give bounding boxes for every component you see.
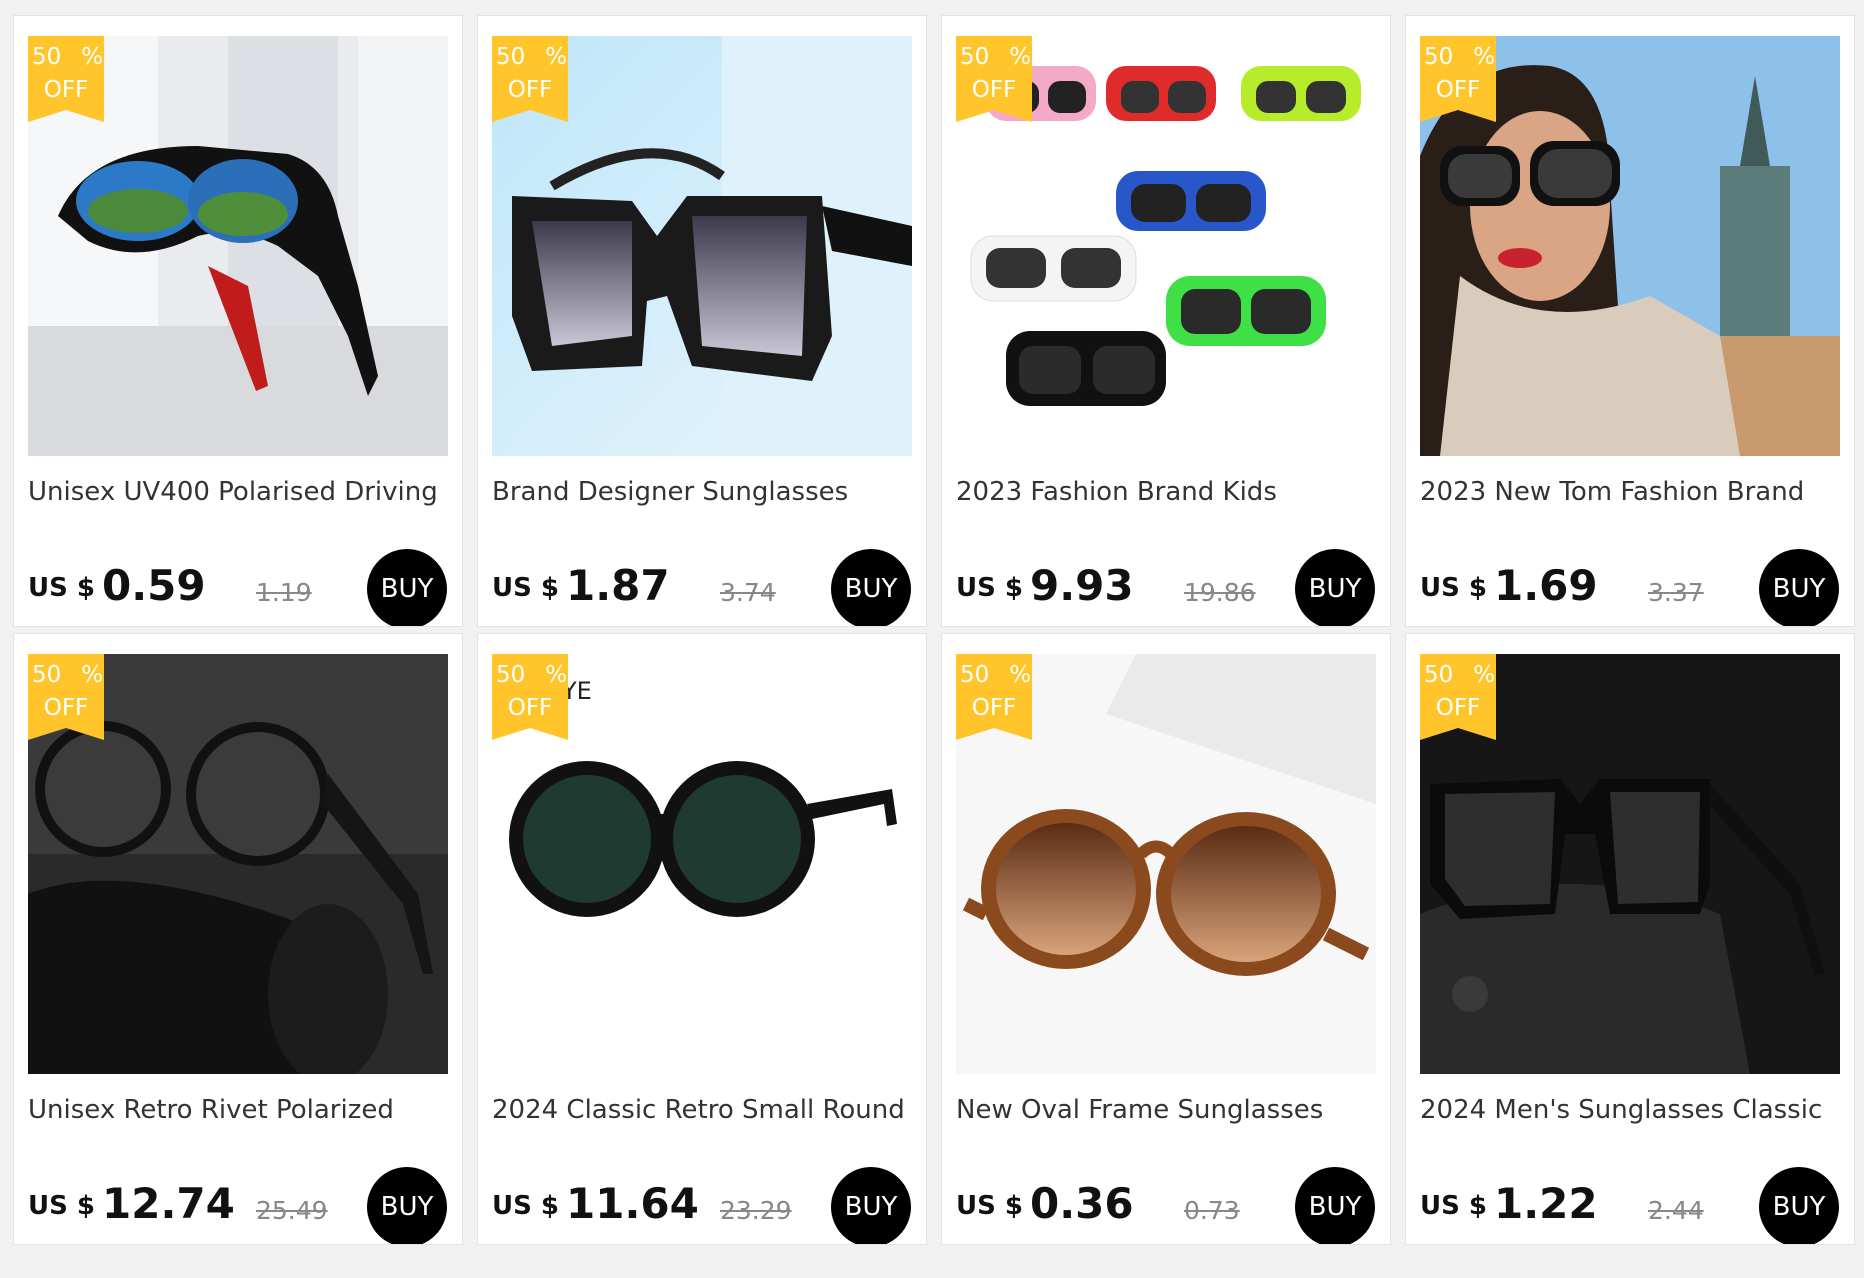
badge-percent: 50	[496, 44, 526, 70]
product-price: 9.93	[1030, 561, 1134, 610]
discount-badge: 50% OFF	[1420, 654, 1496, 740]
product-card[interactable]: 50% OFF New Oval Frame Sunglasses US $ 0…	[941, 633, 1391, 1245]
badge-percent-sign: %	[81, 662, 104, 688]
badge-percent-sign: %	[1009, 44, 1032, 70]
product-price: 0.59	[102, 561, 206, 610]
currency-label: US $	[28, 573, 95, 603]
original-price: 23.29	[720, 1196, 792, 1225]
currency-label: US $	[492, 1191, 559, 1221]
original-price: 25.49	[256, 1196, 328, 1225]
product-card[interactable]: 50% OFF 2023 New Tom Fashion Brand US $ …	[1405, 15, 1855, 627]
badge-percent: 50	[32, 662, 62, 688]
badge-percent: 50	[1424, 662, 1454, 688]
original-price: 19.86	[1184, 578, 1256, 607]
product-price: 12.74	[102, 1179, 235, 1228]
currency-label: US $	[956, 1191, 1023, 1221]
product-price: 1.87	[566, 561, 670, 610]
badge-percent-sign: %	[1473, 44, 1496, 70]
product-title[interactable]: 2024 Classic Retro Small Round	[492, 1095, 912, 1125]
product-title[interactable]: 2024 Men's Sunglasses Classic	[1420, 1095, 1840, 1125]
discount-badge: 50% OFF	[956, 36, 1032, 122]
product-title[interactable]: Unisex Retro Rivet Polarized	[28, 1095, 448, 1125]
product-title[interactable]: Brand Designer Sunglasses	[492, 477, 912, 507]
badge-off: OFF	[43, 77, 89, 103]
product-card[interactable]: 50% OFF 2024 Men's Sunglasses Classic US…	[1405, 633, 1855, 1245]
buy-button[interactable]: BUY	[1759, 549, 1839, 626]
product-price: 0.36	[1030, 1179, 1134, 1228]
product-title[interactable]: 2023 Fashion Brand Kids	[956, 477, 1376, 507]
product-price: 1.22	[1494, 1179, 1598, 1228]
badge-off: OFF	[1435, 695, 1481, 721]
buy-button[interactable]: BUY	[1759, 1167, 1839, 1244]
badge-percent: 50	[1424, 44, 1454, 70]
product-card[interactable]: YE 50% OFF 2024 Classic Retro Small Roun…	[477, 633, 927, 1245]
badge-off: OFF	[507, 695, 553, 721]
currency-label: US $	[28, 1191, 95, 1221]
product-title[interactable]: Unisex UV400 Polarised Driving	[28, 477, 448, 507]
product-card[interactable]: 50% OFF 2023 Fashion Brand Kids US $ 9.9…	[941, 15, 1391, 627]
currency-label: US $	[956, 573, 1023, 603]
badge-percent: 50	[32, 44, 62, 70]
badge-percent: 50	[960, 662, 990, 688]
badge-off: OFF	[971, 77, 1017, 103]
buy-button[interactable]: BUY	[831, 1167, 911, 1244]
original-price: 1.19	[256, 578, 312, 607]
currency-label: US $	[492, 573, 559, 603]
product-title[interactable]: 2023 New Tom Fashion Brand	[1420, 477, 1840, 507]
product-card[interactable]: 50% OFF Unisex UV400 Polarised Driving U…	[13, 15, 463, 627]
badge-percent-sign: %	[1009, 662, 1032, 688]
badge-off: OFF	[43, 695, 89, 721]
discount-badge: 50% OFF	[492, 654, 568, 740]
badge-percent-sign: %	[81, 44, 104, 70]
buy-button[interactable]: BUY	[1295, 549, 1375, 626]
buy-button[interactable]: BUY	[367, 549, 447, 626]
product-card[interactable]: 50% OFF Unisex Retro Rivet Polarized US …	[13, 633, 463, 1245]
buy-button[interactable]: BUY	[367, 1167, 447, 1244]
buy-button[interactable]: BUY	[831, 549, 911, 626]
discount-badge: 50% OFF	[956, 654, 1032, 740]
discount-badge: 50% OFF	[28, 654, 104, 740]
original-price: 3.37	[1648, 578, 1704, 607]
product-grid: 50% OFF Unisex UV400 Polarised Driving U…	[13, 15, 1855, 1245]
badge-percent: 50	[496, 662, 526, 688]
currency-label: US $	[1420, 1191, 1487, 1221]
badge-off: OFF	[971, 695, 1017, 721]
badge-percent-sign: %	[545, 44, 568, 70]
currency-label: US $	[1420, 573, 1487, 603]
product-price: 1.69	[1494, 561, 1598, 610]
original-price: 0.73	[1184, 1196, 1240, 1225]
badge-percent-sign: %	[1473, 662, 1496, 688]
badge-off: OFF	[1435, 77, 1481, 103]
product-title[interactable]: New Oval Frame Sunglasses	[956, 1095, 1376, 1125]
discount-badge: 50% OFF	[1420, 36, 1496, 122]
badge-percent: 50	[960, 44, 990, 70]
product-price: 11.64	[566, 1179, 699, 1228]
original-price: 2.44	[1648, 1196, 1704, 1225]
badge-percent-sign: %	[545, 662, 568, 688]
discount-badge: 50% OFF	[492, 36, 568, 122]
original-price: 3.74	[720, 578, 776, 607]
badge-off: OFF	[507, 77, 553, 103]
discount-badge: 50% OFF	[28, 36, 104, 122]
buy-button[interactable]: BUY	[1295, 1167, 1375, 1244]
product-card[interactable]: 50% OFF Brand Designer Sunglasses US $ 1…	[477, 15, 927, 627]
